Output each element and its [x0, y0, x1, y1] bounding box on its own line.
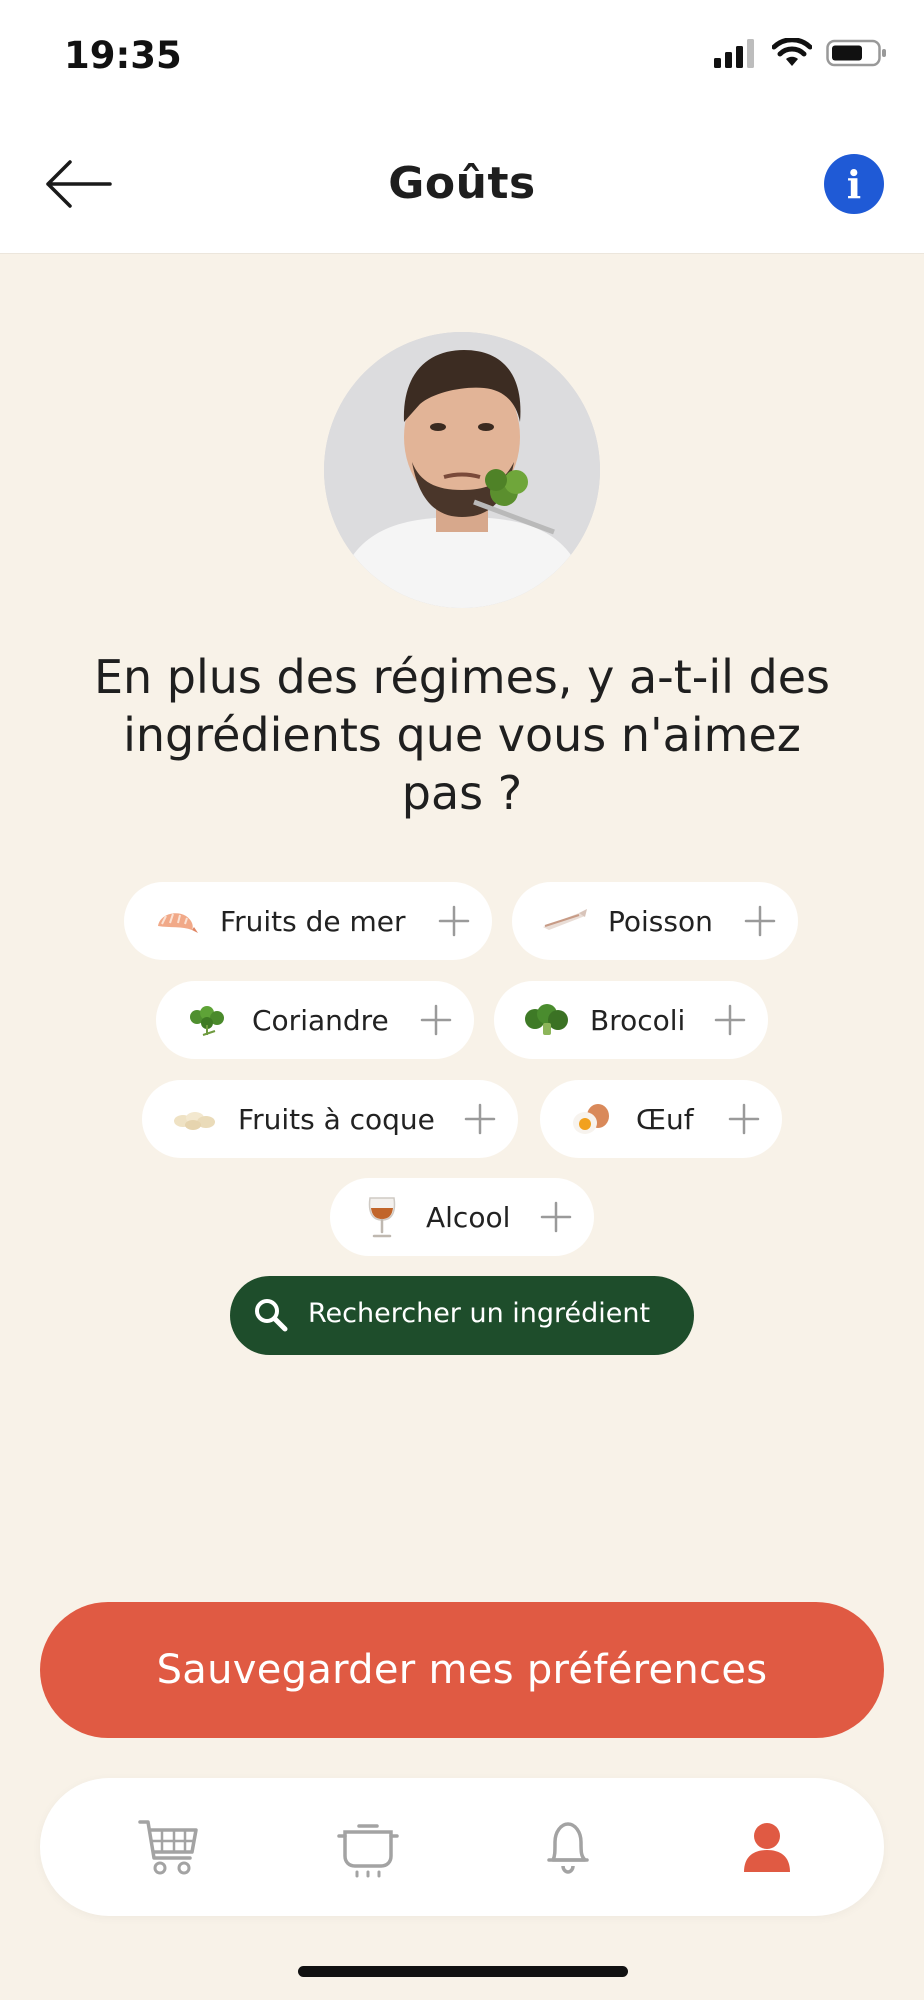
bottom-tab-bar [40, 1778, 884, 1916]
chip-poisson[interactable]: Poisson [512, 882, 798, 960]
plus-icon [714, 1004, 746, 1036]
search-button-label: Rechercher un ingrédient [308, 1298, 651, 1329]
plus-icon [438, 905, 470, 937]
wine-glass-icon [356, 1197, 408, 1238]
chip-label: Fruits à coque [238, 1102, 435, 1136]
wifi-icon [772, 38, 812, 66]
cart-icon [138, 1820, 198, 1875]
info-button[interactable]: i [824, 154, 884, 214]
save-preferences-button[interactable]: Sauvegarder mes préférences [40, 1602, 884, 1738]
question-text: En plus des régimes, y a-t-il des ingréd… [93, 650, 831, 820]
chip-label: Alcool [426, 1200, 511, 1234]
plus-icon [464, 1103, 496, 1135]
tab-cart[interactable] [134, 1812, 204, 1882]
search-icon [255, 1299, 288, 1332]
chip-fruits-a-coque[interactable]: Fruits à coque [142, 1080, 518, 1158]
status-bar: 19:35 [0, 0, 924, 112]
profile-icon [744, 1823, 790, 1872]
signal-icon [714, 39, 754, 68]
broccoli-icon [520, 1000, 572, 1040]
shrimp-icon [150, 901, 202, 941]
nuts-icon [168, 1099, 220, 1139]
chip-label: Brocoli [590, 1003, 686, 1037]
egg-icon [566, 1099, 618, 1139]
tab-profile[interactable] [732, 1812, 802, 1882]
fish-icon [538, 901, 590, 941]
chip-label: Poisson [608, 904, 713, 938]
bell-icon [547, 1822, 589, 1874]
page-title: Goûts [388, 158, 536, 209]
chip-label: Œuf [636, 1102, 694, 1136]
chip-fruits-de-mer[interactable]: Fruits de mer [124, 882, 492, 960]
chip-alcool[interactable]: Alcool [330, 1178, 594, 1256]
chip-oeuf[interactable]: Œuf [540, 1080, 782, 1158]
cooking-pot-icon [337, 1824, 399, 1878]
chip-label: Fruits de mer [220, 904, 406, 938]
battery-icon [826, 39, 886, 67]
save-button-label: Sauvegarder mes préférences [156, 1647, 768, 1693]
avatar [324, 332, 600, 608]
plus-icon [728, 1103, 760, 1135]
plus-icon [540, 1201, 572, 1233]
chip-brocoli[interactable]: Brocoli [494, 981, 768, 1059]
person-avatar-image [324, 332, 600, 608]
home-indicator [298, 1966, 628, 1977]
chip-label: Coriandre [252, 1003, 389, 1037]
search-ingredient-button[interactable]: Rechercher un ingrédient [230, 1276, 694, 1355]
coriander-icon [182, 1000, 234, 1040]
tab-recipes[interactable] [333, 1812, 403, 1882]
tab-notifications[interactable] [533, 1812, 603, 1882]
info-icon: i [846, 161, 862, 207]
status-icons [714, 38, 888, 68]
plus-icon [420, 1004, 452, 1036]
status-time: 19:35 [64, 34, 182, 77]
chip-coriandre[interactable]: Coriandre [156, 981, 474, 1059]
header: Goûts [0, 112, 924, 254]
plus-icon [744, 905, 776, 937]
